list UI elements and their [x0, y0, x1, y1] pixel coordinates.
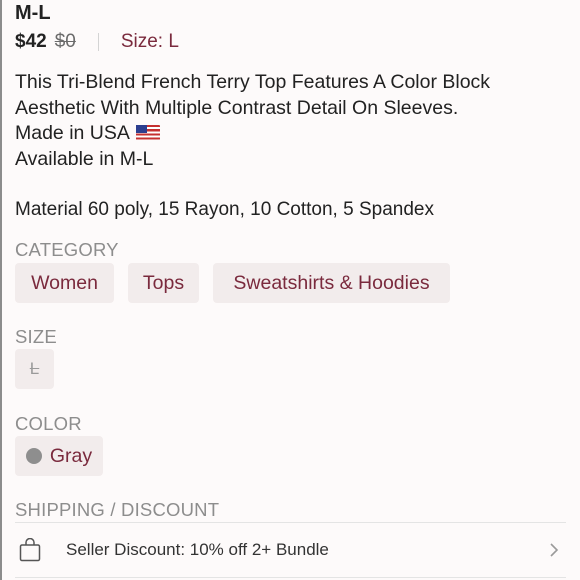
us-flag-icon — [135, 125, 160, 140]
description-text: Made in USA — [15, 122, 130, 144]
left-border — [0, 0, 2, 580]
color-chip-gray[interactable]: Gray — [15, 436, 103, 476]
category-chip-women[interactable]: Women — [15, 263, 114, 303]
seller-discount-text: Seller Discount: 10% off 2+ Bundle — [66, 540, 329, 559]
seller-discount-row[interactable]: Seller Discount: 10% off 2+ Bundle — [15, 523, 566, 577]
description-line: Made in USA — [15, 121, 540, 147]
category-heading: CATEGORY — [15, 239, 119, 260]
color-heading: COLOR — [15, 413, 82, 434]
description-line: Available in M-L — [15, 147, 154, 170]
category-chip-tops[interactable]: Tops — [128, 263, 199, 303]
material-text: Material 60 poly, 15 Rayon, 10 Cotton, 5… — [15, 199, 434, 220]
divider — [15, 577, 566, 578]
category-chip-sweatshirts[interactable]: Sweatshirts & Hoodies — [213, 263, 450, 303]
description-line: Aesthetic With Multiple Contrast Detail … — [15, 96, 459, 119]
listing-title: M-L — [15, 2, 51, 24]
size-chip[interactable]: L — [15, 349, 54, 389]
divider — [97, 33, 99, 51]
chevron-right-icon — [550, 543, 559, 557]
shopping-bag-icon — [19, 538, 41, 562]
description: This Tri-Blend French Terry Top Features… — [15, 70, 540, 172]
price-row: $42 $0 Size: L — [15, 31, 179, 53]
description-line: This Tri-Blend French Terry Top Features… — [15, 71, 491, 93]
price: $42 — [15, 31, 47, 52]
color-swatch — [25, 448, 42, 464]
size-label: Size: L — [120, 31, 179, 52]
shipping-heading: SHIPPING / DISCOUNT — [15, 499, 220, 520]
size-heading: SIZE — [15, 326, 57, 347]
color-label: Gray — [49, 444, 93, 467]
original-price: $0 — [54, 31, 76, 52]
